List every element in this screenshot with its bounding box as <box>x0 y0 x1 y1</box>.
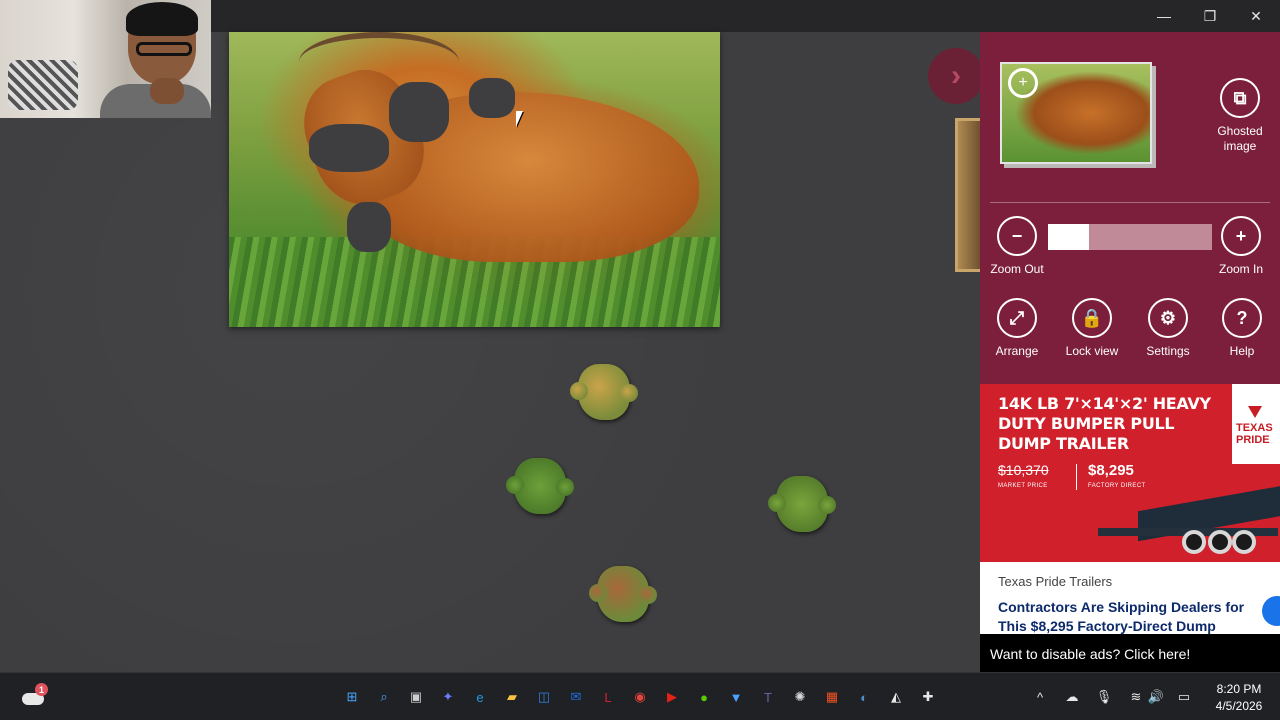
clock[interactable]: 8:20 PM 4/5/2026 <box>1204 681 1274 715</box>
webcam-pillow <box>8 60 78 110</box>
ad-brand: Texas Pride Trailers <box>998 574 1113 589</box>
help-button[interactable]: ? Help <box>1216 298 1268 359</box>
missing-piece-slot[interactable] <box>309 124 389 172</box>
settings-button[interactable]: ⚙ Settings <box>1140 298 1196 359</box>
lock-icon: 🔒 <box>1072 298 1112 338</box>
steam-icon[interactable]: ◐ <box>852 685 876 709</box>
tray-overflow-icon[interactable]: ^ <box>1030 687 1050 707</box>
lock-view-button[interactable]: 🔒 Lock view <box>1064 298 1120 359</box>
sticky-icon[interactable]: ▼ <box>724 685 748 709</box>
ad-logo: TEXAS PRIDE <box>1232 384 1280 464</box>
puzzle-table[interactable]: › <box>0 32 984 672</box>
zoom-in-label: Zoom In <box>1218 262 1263 276</box>
trailer-wheel <box>1232 530 1256 554</box>
arrange-icon: ⤢ <box>997 298 1037 338</box>
trailer-wheel <box>1208 530 1232 554</box>
side-panel: + ⧉ Ghosted image − Zoom Out + Zoom In ⤢… <box>980 32 1280 672</box>
teams-icon[interactable]: T <box>756 685 780 709</box>
webcam-person-hand <box>150 78 184 104</box>
edge-icon[interactable]: e <box>468 685 492 709</box>
puzzle-preview-thumbnail[interactable]: + <box>1000 62 1152 164</box>
arrange-label: Arrange <box>995 344 1039 358</box>
ad-price-divider <box>1076 464 1077 490</box>
ad-market-price: $10,370 <box>998 462 1049 478</box>
zoom-slider-fill <box>1048 224 1089 250</box>
help-label: Help <box>1229 344 1255 358</box>
panel-divider <box>990 202 1270 203</box>
file-explorer-icon[interactable]: ▰ <box>500 685 524 709</box>
chrome-icon[interactable]: ◉ <box>628 685 652 709</box>
microphone-icon[interactable]: 🎙 <box>1094 687 1114 707</box>
ad-factory-price: $8,295 <box>1088 462 1134 479</box>
piece-tray[interactable] <box>955 118 980 272</box>
ghosted-image-icon: ⧉ <box>1220 78 1260 118</box>
ad-factory-price-caption: FACTORY DIRECT <box>1088 483 1146 489</box>
magnify-icon[interactable]: + <box>1008 68 1038 98</box>
unity-icon[interactable]: ◭ <box>884 685 908 709</box>
onedrive-icon[interactable]: ☁ <box>1062 687 1082 707</box>
trailer-wheel <box>1182 530 1206 554</box>
battery-icon[interactable]: ▭ <box>1174 687 1194 707</box>
jigsaw-icon[interactable]: ✚ <box>916 685 940 709</box>
zoom-out-button[interactable]: − Zoom Out <box>988 216 1046 277</box>
store-icon[interactable]: ◫ <box>532 685 556 709</box>
ghosted-image-label: Ghosted image <box>1217 124 1263 153</box>
loose-puzzle-piece[interactable] <box>570 364 638 420</box>
webcam-overlay <box>0 0 211 118</box>
ad-logo-text: TEXAS PRIDE <box>1236 422 1273 446</box>
zoom-out-icon: − <box>997 216 1037 256</box>
volume-icon[interactable]: 🔊 <box>1146 687 1166 707</box>
notification-badge: 1 <box>35 683 48 696</box>
duo-icon[interactable]: ● <box>692 685 716 709</box>
taskbar: 1 ⊞ ⌕ ▣ ✦ e ▰ ◫ ✉ L ◉ ▶ ● ▼ T ✺ ▦ ◐ ◭ ✚ ^ ☁ 🎙 ≋ 🔊 ▭ 8:20 P… <box>0 672 1280 720</box>
missing-piece-slot[interactable] <box>469 78 515 118</box>
loose-puzzle-piece[interactable] <box>768 476 836 532</box>
ad-banner[interactable]: 14K LB 7'×14'×2' HEAVY DUTY BUMPER PULL … <box>980 384 1280 562</box>
arrange-button[interactable]: ⤢ Arrange <box>988 298 1046 359</box>
disable-ads-link[interactable]: Want to disable ads? Click here! <box>980 634 1280 672</box>
task-view-icon[interactable]: ▣ <box>404 685 428 709</box>
missing-piece-slot[interactable] <box>389 82 449 142</box>
zoom-slider[interactable] <box>1048 224 1212 250</box>
youtube-icon[interactable]: ▶ <box>660 685 684 709</box>
mouse-cursor-icon <box>516 111 530 127</box>
openai-icon[interactable]: ✺ <box>788 685 812 709</box>
texas-pride-logo-icon <box>1248 406 1262 420</box>
ad-market-price-caption: MARKET PRICE <box>998 483 1048 489</box>
missing-piece-slot[interactable] <box>347 202 391 252</box>
loose-puzzle-piece[interactable] <box>506 458 574 514</box>
assembled-puzzle[interactable] <box>229 32 720 327</box>
ad-headline: 14K LB 7'×14'×2' HEAVY DUTY BUMPER PULL … <box>998 394 1211 453</box>
zoom-in-button[interactable]: + Zoom In <box>1216 216 1266 277</box>
minimize-button[interactable]: — <box>1141 0 1187 32</box>
ad-arrow-icon[interactable] <box>1262 596 1280 626</box>
advertisement[interactable]: 14K LB 7'×14'×2' HEAVY DUTY BUMPER PULL … <box>980 384 1280 634</box>
search-icon[interactable]: ⌕ <box>372 685 396 709</box>
webcam-person-hair <box>126 2 198 36</box>
gear-icon: ⚙ <box>1148 298 1188 338</box>
zoom-out-label: Zoom Out <box>990 262 1044 276</box>
ghosted-image-button[interactable]: ⧉ Ghosted image <box>1210 78 1270 154</box>
collapse-panel-button[interactable]: › <box>928 48 984 104</box>
zoom-in-icon: + <box>1221 216 1261 256</box>
outlook-icon[interactable]: ✉ <box>564 685 588 709</box>
loose-puzzle-piece[interactable] <box>589 566 657 622</box>
lock-view-label: Lock view <box>1065 344 1119 358</box>
wifi-icon[interactable]: ≋ <box>1126 687 1146 707</box>
clock-time: 8:20 PM <box>1216 682 1262 696</box>
settings-label: Settings <box>1146 344 1190 358</box>
clock-date: 4/5/2026 <box>1215 699 1263 713</box>
help-icon: ? <box>1222 298 1262 338</box>
start-icon[interactable]: ⊞ <box>340 685 364 709</box>
weather-widget[interactable]: 1 <box>20 683 48 711</box>
close-button[interactable]: ✕ <box>1233 0 1279 32</box>
puzzle-deer-antler <box>299 32 459 92</box>
microsoft-icon[interactable]: ▦ <box>820 685 844 709</box>
lastpass-icon[interactable]: L <box>596 685 620 709</box>
dump-trailer-image <box>1098 484 1280 556</box>
webcam-person-glasses <box>136 42 192 56</box>
copilot-icon[interactable]: ✦ <box>436 685 460 709</box>
maximize-button[interactable]: ❐ <box>1187 0 1233 32</box>
ad-link-text[interactable]: Contractors Are Skipping Dealers for Thi… <box>998 598 1258 636</box>
